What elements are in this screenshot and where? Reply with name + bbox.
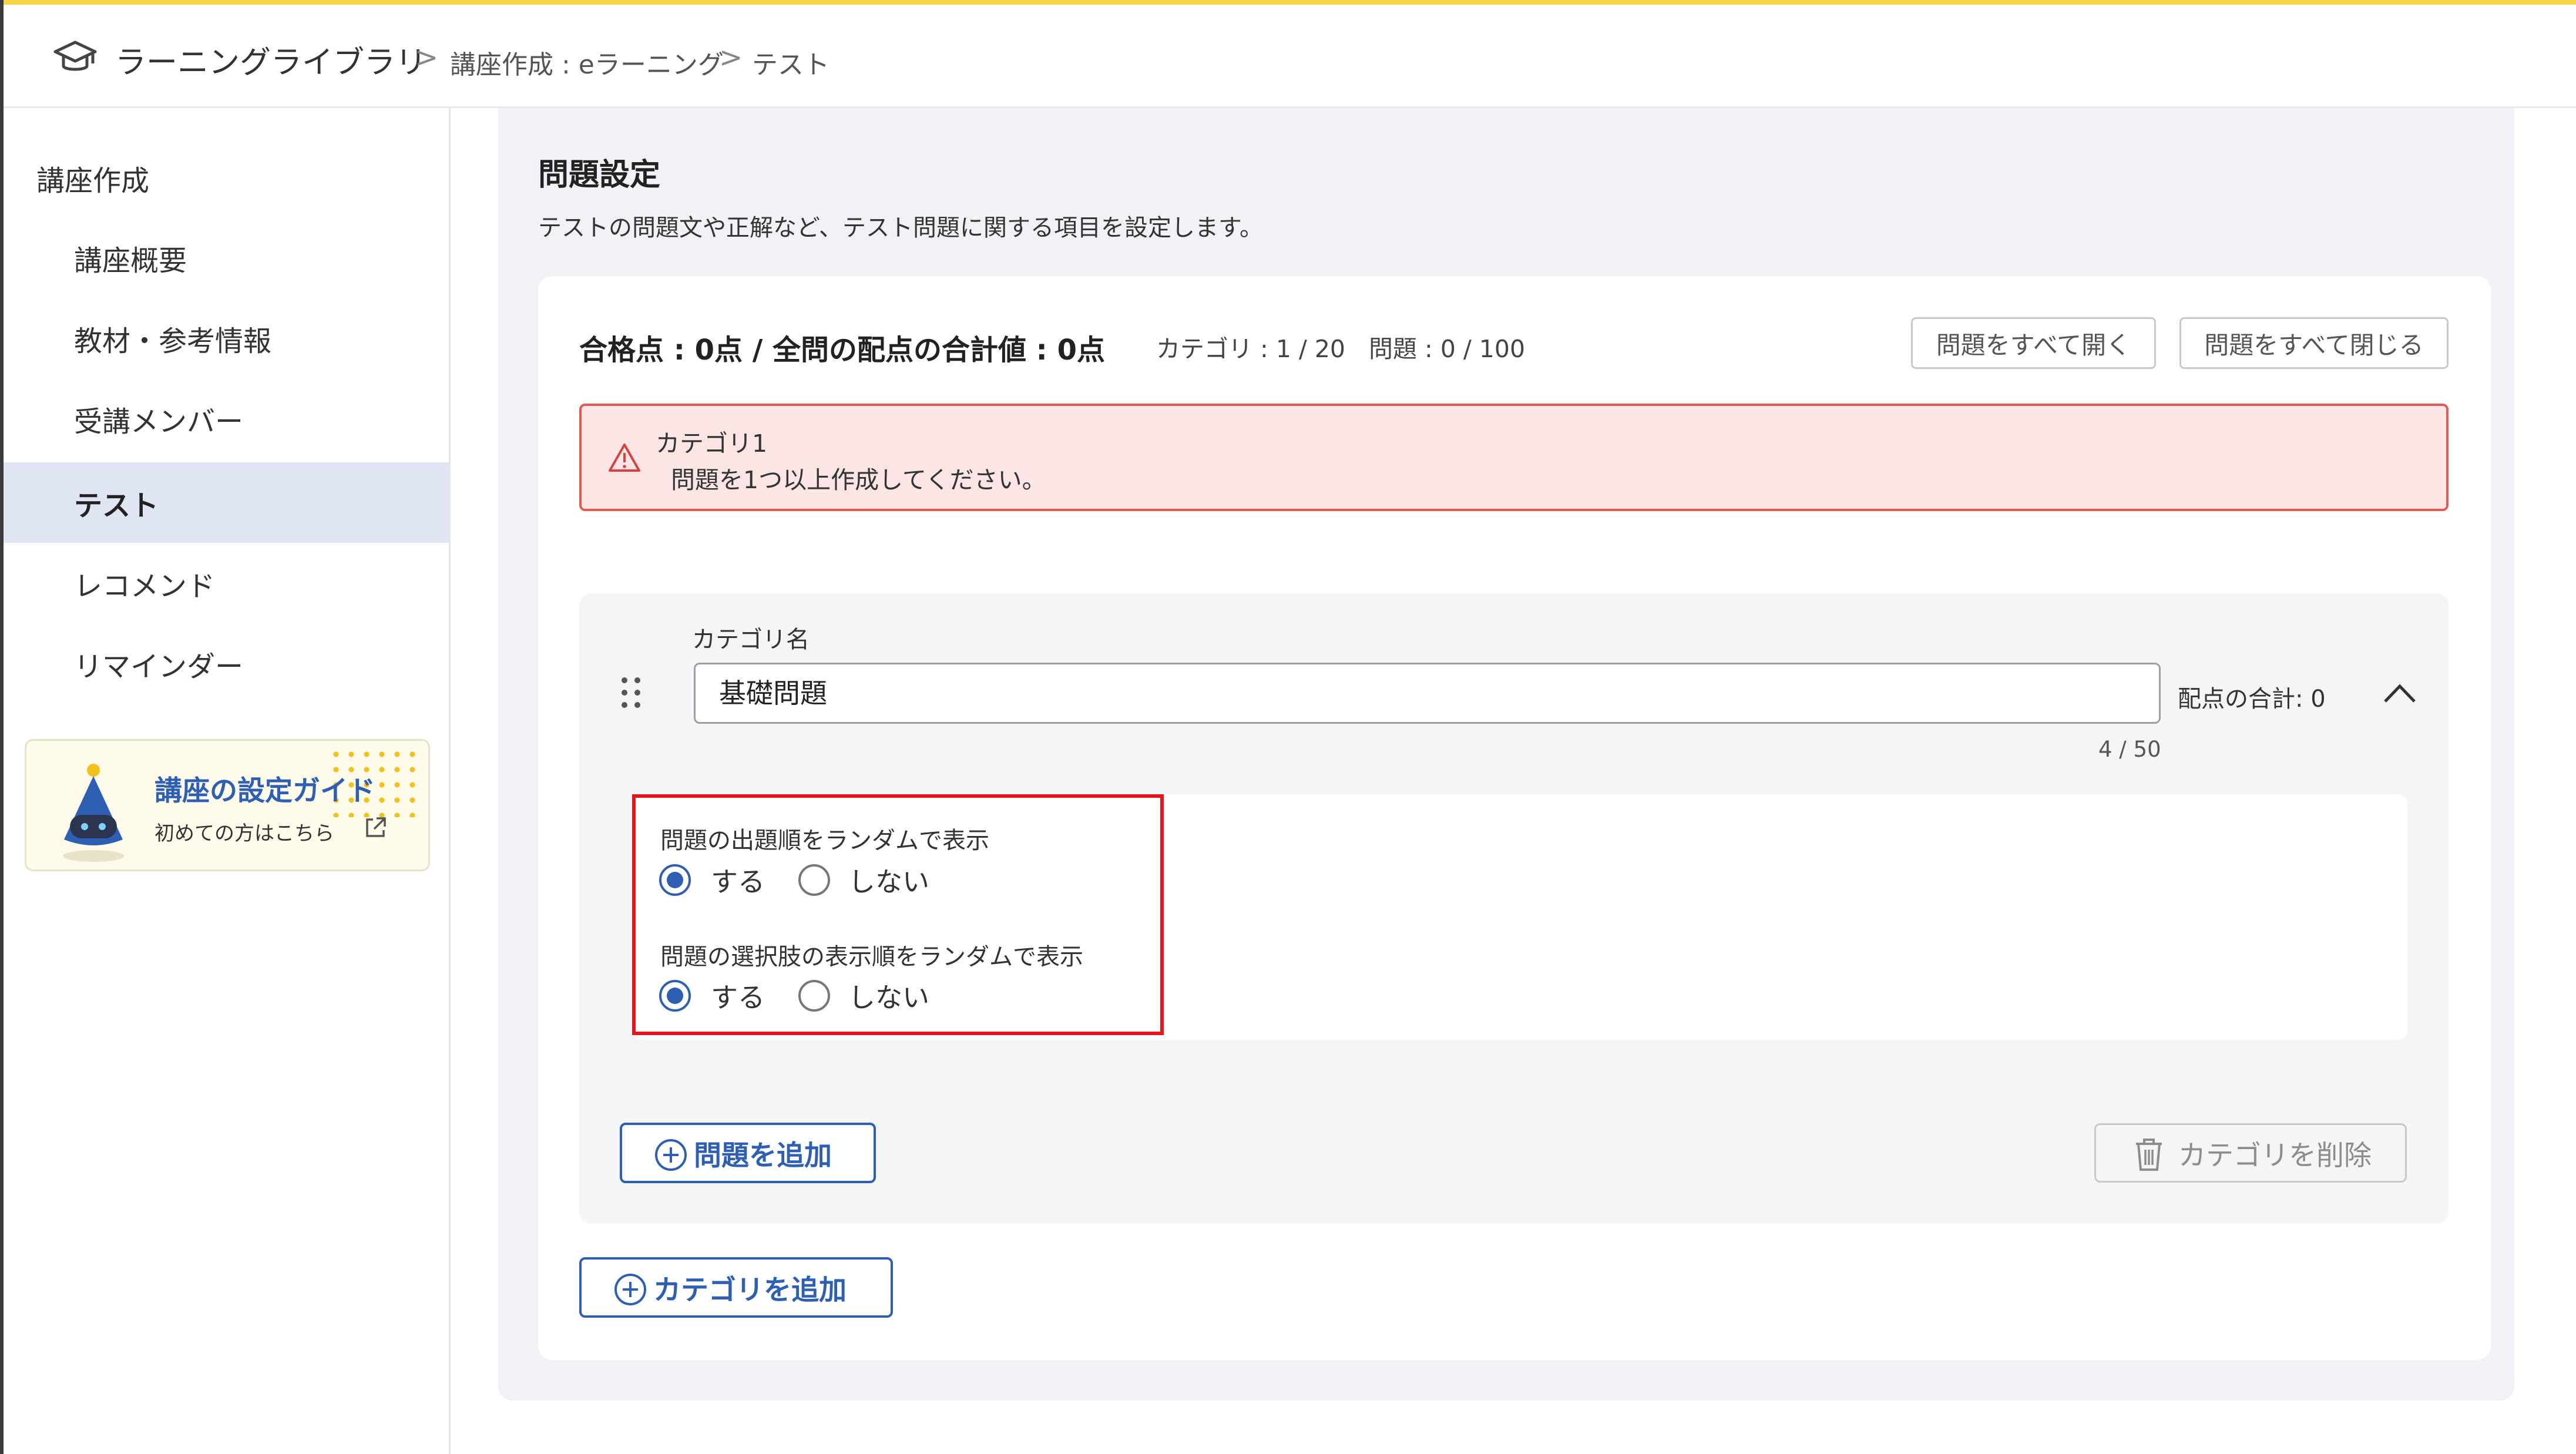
random-choice-order-no-radio[interactable] <box>798 980 830 1012</box>
page-description: テストの問題文や正解など、テスト問題に関する項目を設定します。 <box>538 214 1263 241</box>
plus-circle-icon <box>614 1274 646 1305</box>
sidebar-item-recommend[interactable]: レコメンド <box>4 543 449 623</box>
robot-mascot-icon <box>63 764 124 862</box>
sidebar: 講座作成 講座概要 教材・参考情報 受講メンバー テスト レコメンド リマインダ… <box>4 108 451 1454</box>
graduation-cap-icon[interactable] <box>52 34 99 81</box>
character-count: 4 / 50 <box>2098 737 2161 762</box>
page-title: 問題設定 <box>538 157 661 193</box>
guide-title: 講座の設定ガイド <box>155 775 375 807</box>
breadcrumb-separator: > <box>415 41 439 74</box>
breadcrumb-current: テスト <box>752 50 829 80</box>
random-question-order-yes-radio[interactable] <box>659 864 691 896</box>
radio-label-no[interactable]: しない <box>848 861 929 899</box>
setup-guide-banner[interactable]: 講座の設定ガイド 初めての方はこちら <box>25 739 430 871</box>
category-name-label: カテゴリ名 <box>692 626 810 653</box>
drag-handle-icon[interactable] <box>619 674 643 711</box>
chevron-up-icon[interactable] <box>2382 681 2418 705</box>
alert-category: カテゴリ1 <box>656 429 768 458</box>
alert-message: 問題を1つ以上作成してください。 <box>671 466 1046 494</box>
delete-category-label: カテゴリを削除 <box>2178 1140 2372 1171</box>
breadcrumb-root[interactable]: ラーニングライブラリ <box>115 38 426 82</box>
breadcrumb-level1[interactable]: 講座作成 : eラーニング <box>450 43 724 81</box>
category-score-total: 配点の合計: 0 <box>2178 686 2326 713</box>
top-accent-line <box>0 0 2576 5</box>
random-question-order-label: 問題の出題順をランダムで表示 <box>660 827 989 854</box>
score-summary: 合格点 : 0点 / 全問の配点の合計値 : 0点 <box>579 334 1105 367</box>
app-header: ラーニングライブラリ > 講座作成 : eラーニング > テスト <box>4 5 2576 108</box>
add-question-button[interactable]: 問題を追加 <box>620 1123 876 1183</box>
sidebar-item-reminder[interactable]: リマインダー <box>4 623 449 704</box>
random-choice-order-label: 問題の選択肢の表示順をランダムで表示 <box>660 943 1083 971</box>
category-name-input[interactable]: 基礎問題 <box>694 663 2161 724</box>
collapse-all-button[interactable]: 問題をすべて閉じる <box>2179 317 2449 369</box>
add-category-label: カテゴリを追加 <box>653 1274 847 1307</box>
add-category-button[interactable]: カテゴリを追加 <box>579 1257 893 1318</box>
random-question-order-no-radio[interactable] <box>798 864 830 896</box>
add-question-label: 問題を追加 <box>694 1140 832 1172</box>
question-count: 問題 : 0 / 100 <box>1369 335 1526 363</box>
window-left-edge <box>0 0 4 1454</box>
random-choice-order-yes-radio[interactable] <box>659 980 691 1012</box>
trash-icon <box>2136 1139 2162 1171</box>
radio-label-no[interactable]: しない <box>848 976 929 1015</box>
sidebar-item-test[interactable]: テスト <box>4 462 449 543</box>
sidebar-title: 講座作成 <box>36 164 150 197</box>
expand-all-button[interactable]: 問題をすべて開く <box>1911 317 2156 369</box>
breadcrumb-separator: > <box>719 41 743 74</box>
sidebar-item-members[interactable]: 受講メンバー <box>4 378 449 459</box>
error-alert: カテゴリ1 問題を1つ以上作成してください。 <box>579 404 2449 511</box>
radio-label-yes[interactable]: する <box>711 976 765 1015</box>
category-count: カテゴリ : 1 / 20 <box>1156 335 1346 363</box>
warning-icon <box>609 444 640 472</box>
guide-subtitle: 初めての方はこちら <box>155 822 334 845</box>
sidebar-item-overview[interactable]: 講座概要 <box>4 217 449 298</box>
plus-circle-icon <box>655 1139 687 1171</box>
radio-label-yes[interactable]: する <box>711 861 765 899</box>
sidebar-item-materials[interactable]: 教材・参考情報 <box>4 298 449 378</box>
external-link-icon <box>366 817 386 837</box>
delete-category-button[interactable]: カテゴリを削除 <box>2094 1123 2407 1183</box>
